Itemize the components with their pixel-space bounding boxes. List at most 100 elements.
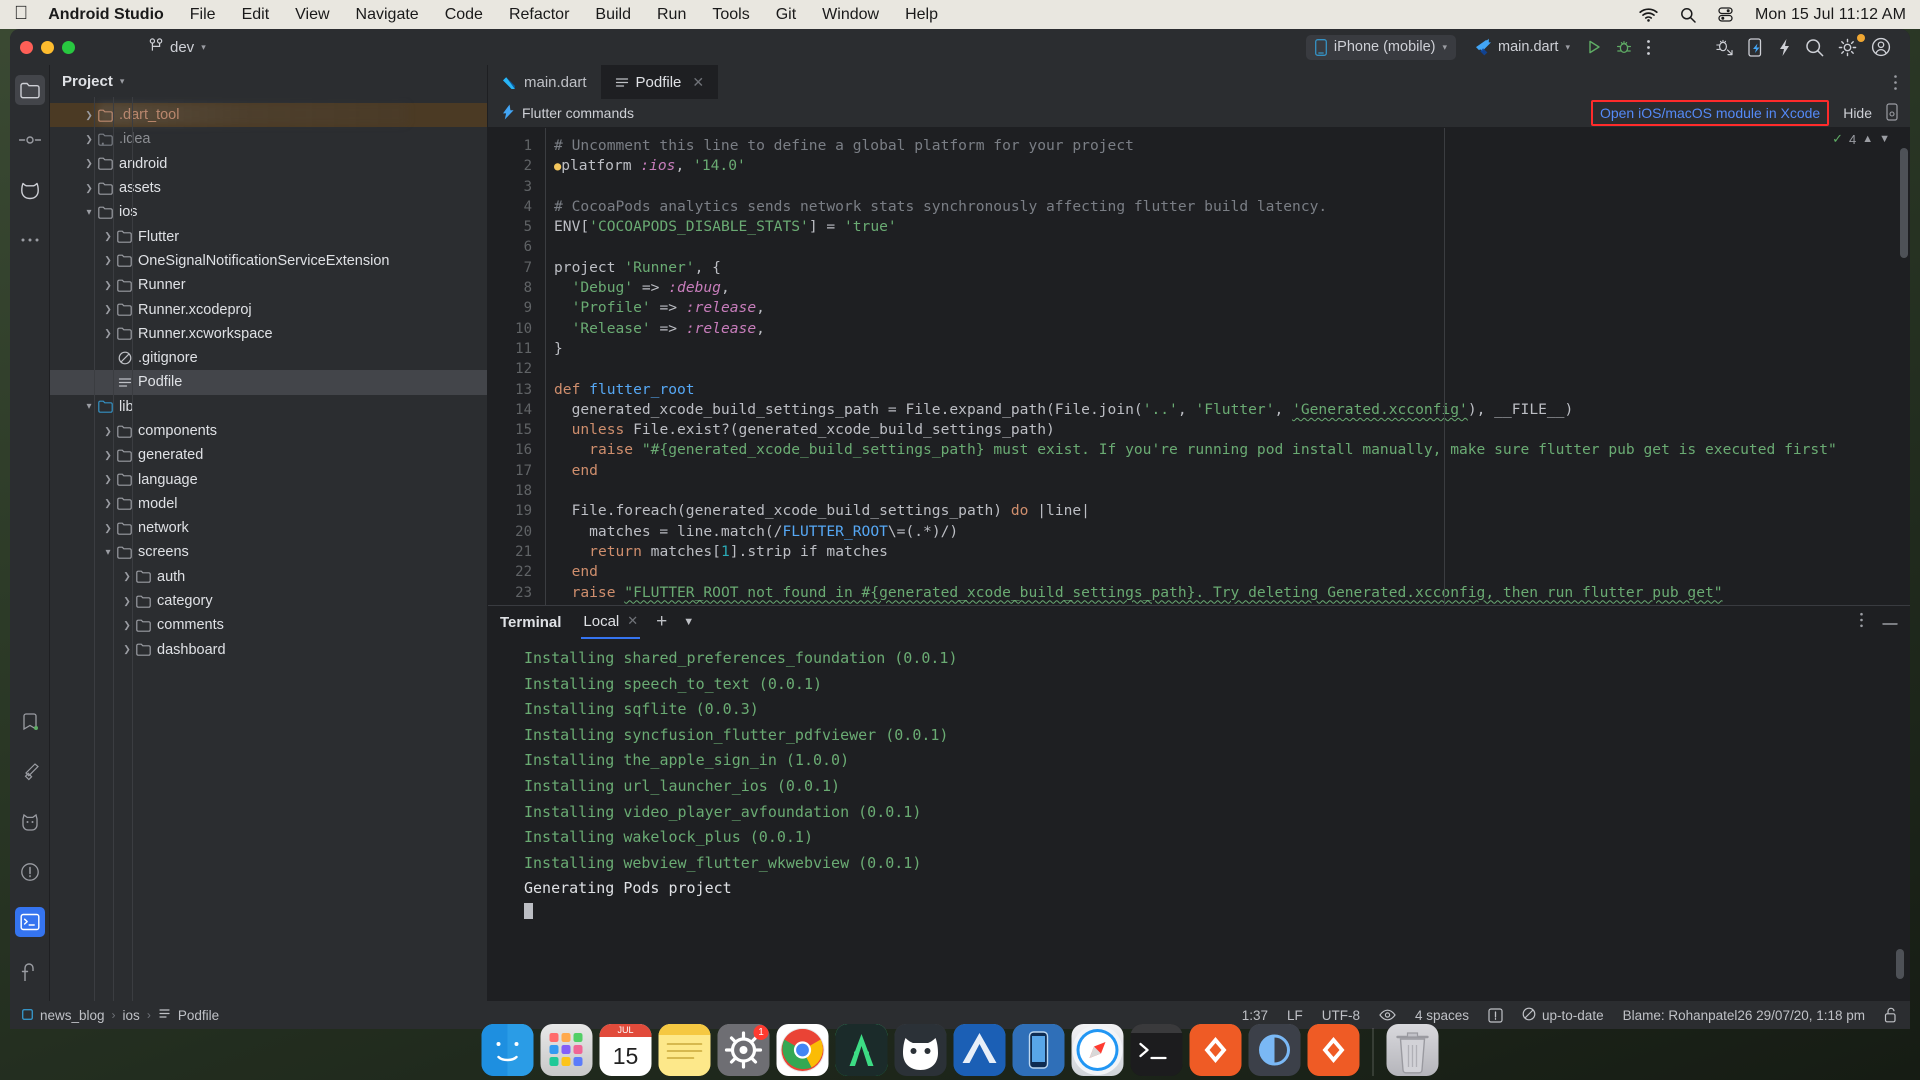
terminal-scrollbar-thumb[interactable] — [1896, 949, 1904, 979]
rail-button-flutter-inspector[interactable] — [15, 757, 45, 787]
chevron-down-icon[interactable]: ▾ — [120, 76, 125, 87]
menu-clock[interactable]: Mon 15 Jul 11:12 AM — [1755, 6, 1906, 24]
branch-selector[interactable]: dev ▾ — [149, 37, 206, 57]
menu-item-build[interactable]: Build — [595, 6, 631, 24]
menu-item-run[interactable]: Run — [657, 6, 686, 24]
debug-attach-icon[interactable] — [1708, 34, 1741, 60]
terminal-output[interactable]: Installing shared_preferences_foundation… — [488, 638, 1910, 1001]
menu-item-help[interactable]: Help — [905, 6, 938, 24]
open-xcode-link[interactable]: Open iOS/macOS module in Xcode — [1590, 100, 1830, 126]
rail-button-project[interactable] — [14, 75, 45, 105]
tree-node[interactable]: ❯ comments — [50, 613, 487, 637]
inspection-widget[interactable]: ✓ 4 ▲ ▼ — [1832, 131, 1890, 147]
close-window-button[interactable] — [20, 40, 33, 54]
chevron-up-icon[interactable]: ▲ — [1862, 133, 1873, 145]
apple-icon[interactable]:  — [14, 4, 28, 23]
rail-button-cat[interactable] — [15, 807, 45, 837]
rail-button-terminal[interactable] — [14, 907, 45, 937]
tree-node[interactable]: Podfile — [50, 370, 487, 395]
control-center-icon[interactable] — [1718, 7, 1733, 22]
project-tree[interactable]: ❯.dart_tool❯.idea❯android❯assets▾ios❯Flu… — [50, 97, 487, 1001]
blame-info[interactable]: Blame: Rohanpatel26 29/07/20, 1:18 pm — [1623, 1008, 1865, 1023]
device-manager-icon[interactable] — [1741, 34, 1771, 61]
close-icon[interactable]: ✕ — [627, 613, 638, 629]
tree-node[interactable]: ▾ ios — [50, 200, 487, 224]
tree-node[interactable]: ❯ generated — [50, 443, 487, 467]
menu-item-git[interactable]: Git — [776, 6, 796, 24]
editor-gutter[interactable]: 1234567891011121314151617181920212223242… — [488, 128, 544, 605]
close-icon[interactable]: ✕ — [692, 74, 704, 91]
dock-icon-system-settings[interactable]: 1 — [717, 1024, 770, 1076]
rail-button-profiler[interactable] — [15, 957, 45, 987]
menu-item-view[interactable]: View — [295, 6, 329, 24]
tree-node[interactable]: ▾ lib — [50, 395, 487, 419]
dock-icon-xcode[interactable] — [953, 1024, 1006, 1076]
more-actions-button[interactable] — [1639, 35, 1658, 60]
rail-button-bookmarks[interactable] — [15, 707, 45, 737]
tree-node[interactable]: ❯ OneSignalNotificationServiceExtension — [50, 249, 487, 273]
dock-icon-safari[interactable] — [1071, 1024, 1124, 1076]
rail-button-problems[interactable] — [15, 857, 45, 887]
tree-node[interactable]: ❯ Runner.xcodeproj — [50, 297, 487, 321]
menu-item-navigate[interactable]: Navigate — [356, 6, 419, 24]
dock-icon-finder[interactable] — [481, 1024, 534, 1076]
debug-button[interactable] — [1609, 35, 1639, 59]
dock-icon-proxyman[interactable] — [1248, 1024, 1301, 1076]
settings-icon[interactable] — [1831, 33, 1865, 61]
run-configuration-selector[interactable]: main.dart ▾ — [1466, 34, 1579, 60]
rail-button-github[interactable] — [15, 175, 45, 205]
project-pane-header[interactable]: Project ▾ — [50, 65, 487, 97]
dock-icon-insomnia[interactable] — [1307, 1024, 1360, 1076]
account-icon[interactable] — [1864, 33, 1898, 61]
editor-tab-options[interactable] — [1893, 65, 1910, 99]
menu-app-name[interactable]: Android Studio — [48, 6, 164, 24]
editor-scrollbar-thumb[interactable] — [1900, 148, 1908, 258]
dock-icon-terminal[interactable] — [1130, 1024, 1183, 1076]
menu-item-tools[interactable]: Tools — [712, 6, 749, 24]
tree-node[interactable]: .gitignore — [50, 346, 487, 370]
menu-item-refactor[interactable]: Refactor — [509, 6, 569, 24]
window-controls[interactable] — [20, 40, 75, 54]
menu-item-code[interactable]: Code — [445, 6, 483, 24]
tree-node[interactable]: ❯ category — [50, 589, 487, 613]
chevron-down-icon[interactable]: ▼ — [1879, 133, 1890, 145]
editor-tab-podfile[interactable]: Podfile ✕ — [600, 65, 719, 99]
lock-open-icon[interactable] — [1884, 1007, 1898, 1023]
terminal-tab-local[interactable]: Local ✕ — [581, 613, 640, 639]
tree-node[interactable]: ❯ components — [50, 419, 487, 443]
minimize-window-button[interactable] — [41, 40, 54, 54]
editor-tab-main-dart[interactable]: main.dart — [488, 65, 601, 99]
search-icon[interactable] — [1680, 7, 1696, 23]
dock-icon-postman[interactable] — [1189, 1024, 1242, 1076]
tree-node[interactable]: ❯ dashboard — [50, 638, 487, 662]
dock-icon-android-studio[interactable] — [835, 1024, 888, 1076]
tree-node[interactable]: ❯ Runner — [50, 273, 487, 297]
tree-node[interactable]: ❯ Runner.xcworkspace — [50, 322, 487, 346]
tree-node[interactable]: ❯ auth — [50, 565, 487, 589]
code-editor[interactable]: 1234567891011121314151617181920212223242… — [488, 128, 1910, 605]
device-selector[interactable]: iPhone (mobile) ▾ — [1305, 34, 1457, 60]
breadcrumb-item-1[interactable]: ios — [123, 1008, 140, 1023]
breadcrumb-item-0[interactable]: news_blog — [40, 1008, 105, 1023]
menu-item-edit[interactable]: Edit — [242, 6, 270, 24]
dock-icon-launchpad[interactable] — [540, 1024, 593, 1076]
dock-icon-notes[interactable] — [658, 1024, 711, 1076]
inspection-icon[interactable] — [1488, 1007, 1503, 1023]
search-icon[interactable] — [1798, 34, 1831, 61]
banner-extra-icon[interactable] — [1886, 102, 1898, 124]
breadcrumb[interactable]: news_blog › ios › Podfile — [21, 1007, 219, 1023]
maximize-window-button[interactable] — [62, 40, 75, 54]
chevron-down-icon[interactable]: ▼ — [683, 616, 694, 628]
editor-code-content[interactable]: # Uncomment this line to define a global… — [544, 128, 1910, 605]
hot-reload-icon[interactable] — [1771, 34, 1798, 61]
hide-banner-link[interactable]: Hide — [1843, 105, 1872, 121]
tree-node[interactable]: ❯ assets — [50, 176, 487, 200]
menu-item-file[interactable]: File — [190, 6, 216, 24]
wifi-icon[interactable] — [1639, 7, 1658, 22]
rail-button-commit[interactable] — [15, 125, 45, 155]
dock-icon-calendar[interactable]: JUL 15 — [599, 1024, 652, 1076]
tree-node[interactable]: ❯ .idea — [50, 127, 487, 151]
plus-icon[interactable]: + — [656, 611, 667, 633]
editor-scrollbar-track[interactable] — [1896, 128, 1910, 605]
dock-icon-simulator[interactable] — [1012, 1024, 1065, 1076]
